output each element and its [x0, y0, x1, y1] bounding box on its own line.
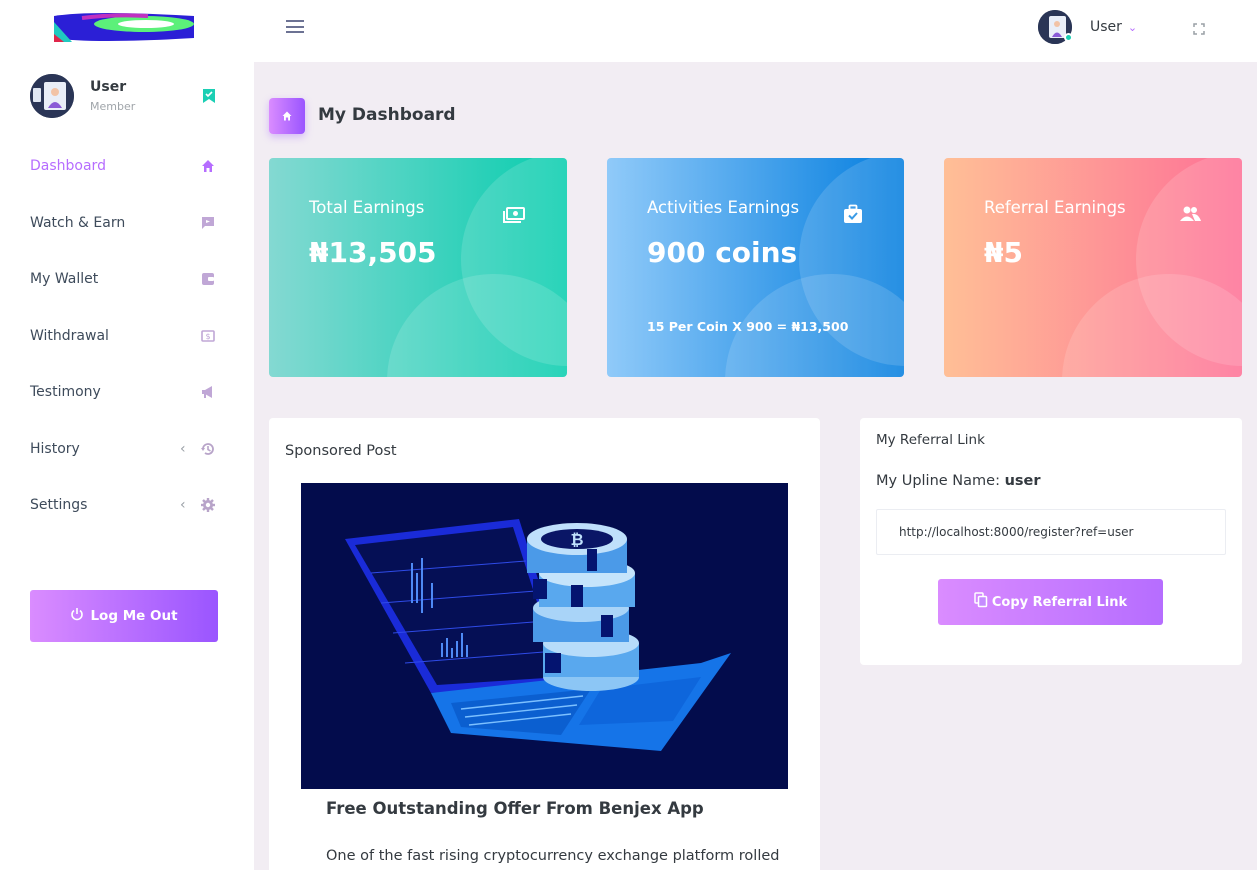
upline-label: My Upline Name: — [876, 473, 1005, 489]
copy-label: Copy Referral Link — [991, 594, 1128, 610]
stat-value: ₦13,505 — [309, 236, 437, 269]
power-icon — [70, 607, 84, 625]
card-title: My Referral Link — [876, 432, 985, 448]
upline-value: user — [1004, 473, 1041, 489]
stat-label: Referral Earnings — [984, 198, 1126, 217]
logout-label: Log Me Out — [90, 608, 178, 624]
sidebar-item-withdrawal[interactable]: Withdrawal $ — [0, 308, 254, 365]
home-icon — [200, 158, 216, 174]
chevron-left-icon: ‹ — [180, 440, 186, 457]
stat-card-activities-earnings: Activities Earnings 900 coins 15 Per Coi… — [607, 158, 904, 377]
bookmark-check-icon — [202, 88, 216, 104]
video-message-icon — [200, 215, 216, 231]
stat-value: 900 coins — [647, 236, 798, 269]
stat-card-referral-earnings: Referral Earnings ₦5 — [944, 158, 1242, 377]
sidebar: User Member Dashboard Watch & Earn My Wa… — [0, 0, 254, 870]
online-status-dot — [1064, 33, 1073, 42]
stat-label: Total Earnings — [309, 198, 425, 217]
users-icon — [1178, 204, 1202, 224]
sponsored-post-card: Sponsored Post ₿ Free Outstanding Offer … — [269, 418, 820, 870]
sidebar-item-label: Testimony — [30, 384, 101, 401]
fullscreen-icon[interactable] — [1193, 20, 1205, 35]
referral-link-input[interactable] — [876, 509, 1226, 555]
profile-name: User — [90, 79, 127, 95]
post-body: One of the fast rising cryptocurrency ex… — [326, 848, 780, 864]
sidebar-item-settings[interactable]: Settings ‹ — [0, 477, 254, 534]
sidebar-item-history[interactable]: History ‹ — [0, 421, 254, 478]
copy-icon — [974, 592, 988, 612]
referral-card: My Referral Link My Upline Name: user Co… — [860, 418, 1242, 665]
top-user-name: User — [1090, 19, 1122, 35]
sidebar-item-dashboard[interactable]: Dashboard — [0, 138, 254, 195]
stat-card-total-earnings: Total Earnings ₦13,505 — [269, 158, 567, 377]
briefcase-check-icon — [842, 204, 866, 224]
sidebar-nav: Dashboard Watch & Earn My Wallet Withdra… — [0, 138, 254, 534]
svg-text:₿: ₿ — [570, 530, 583, 549]
stat-label: Activities Earnings — [647, 198, 800, 217]
profile-role: Member — [90, 100, 136, 113]
svg-text:$: $ — [205, 332, 210, 341]
sidebar-item-label: Dashboard — [30, 158, 106, 175]
sidebar-item-watch-earn[interactable]: Watch & Earn — [0, 195, 254, 252]
sidebar-item-label: History — [30, 440, 80, 457]
wallet-icon — [200, 271, 216, 287]
upline-name: My Upline Name: user — [876, 473, 1041, 489]
sidebar-item-label: Settings — [30, 497, 88, 514]
gear-icon — [200, 497, 216, 513]
sidebar-profile[interactable]: User Member — [30, 74, 224, 120]
menu-toggle-icon[interactable] — [286, 20, 304, 34]
user-menu[interactable]: User ⌄ — [1038, 10, 1137, 44]
bullhorn-icon — [200, 384, 216, 400]
sidebar-item-label: Watch & Earn — [30, 214, 126, 231]
topbar: User ⌄ — [254, 0, 1257, 62]
cash-icon: $ — [200, 328, 216, 344]
card-title: Sponsored Post — [285, 443, 397, 459]
chevron-left-icon: ‹ — [180, 497, 186, 514]
post-image[interactable]: ₿ — [301, 483, 788, 789]
home-icon — [269, 98, 305, 134]
money-icon — [502, 204, 526, 224]
sidebar-item-label: Withdrawal — [30, 327, 109, 344]
brand-logo[interactable] — [52, 12, 196, 44]
avatar — [30, 74, 74, 118]
sidebar-item-label: My Wallet — [30, 271, 99, 288]
sidebar-item-testimony[interactable]: Testimony — [0, 364, 254, 421]
chevron-down-icon: ⌄ — [1127, 20, 1138, 34]
stat-value: ₦5 — [984, 236, 1023, 269]
copy-referral-link-button[interactable]: Copy Referral Link — [938, 579, 1163, 625]
post-heading: Free Outstanding Offer From Benjex App — [326, 799, 704, 818]
avatar — [1038, 10, 1073, 44]
page-title: My Dashboard — [318, 105, 456, 125]
history-icon — [200, 441, 216, 457]
stat-note: 15 Per Coin X 900 = ₦13,500 — [647, 319, 849, 334]
logout-button[interactable]: Log Me Out — [30, 590, 218, 642]
sidebar-item-my-wallet[interactable]: My Wallet — [0, 251, 254, 308]
